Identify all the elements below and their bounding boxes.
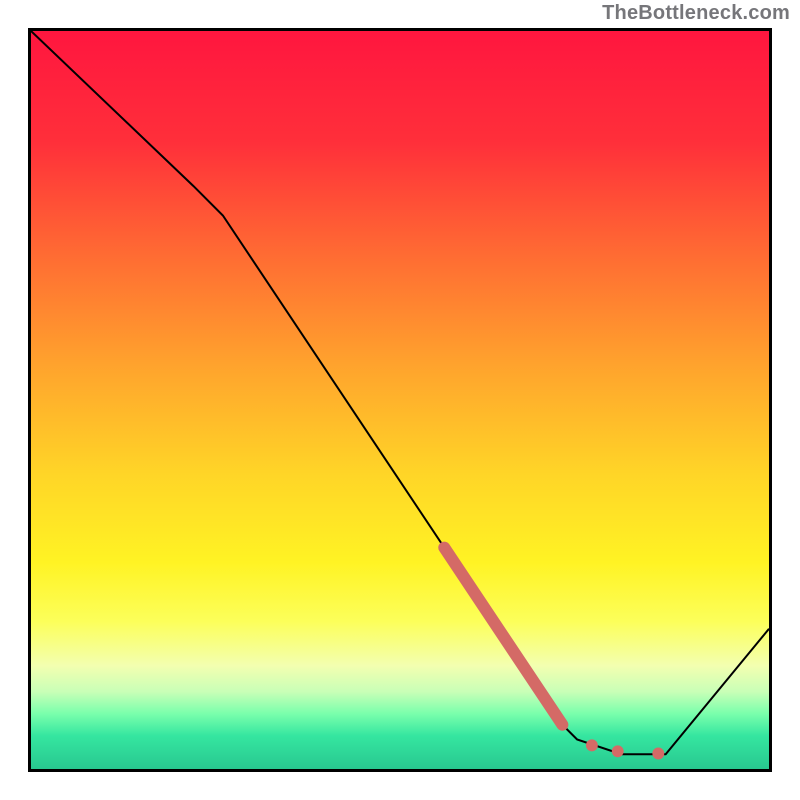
attribution-text: TheBottleneck.com — [602, 2, 790, 25]
chart-svg — [31, 31, 769, 769]
recommended-dot — [612, 745, 624, 757]
chart-background — [31, 31, 769, 769]
recommended-dot — [652, 748, 664, 760]
recommended-dot — [586, 739, 598, 751]
chart-plot-area — [28, 28, 772, 772]
